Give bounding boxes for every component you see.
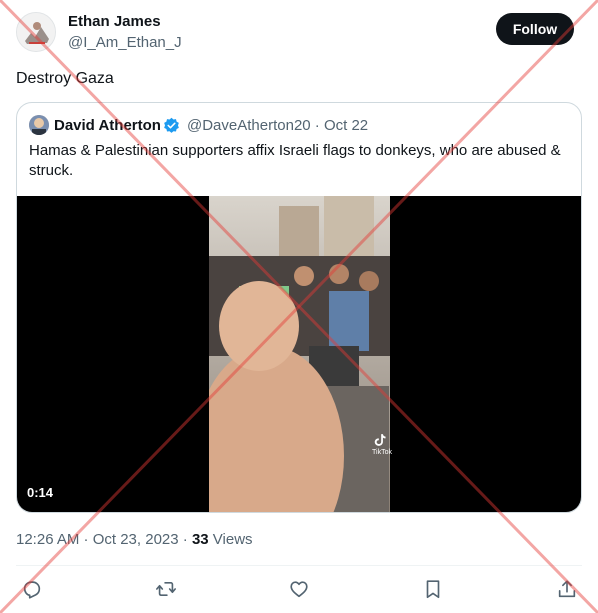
bookmark-icon[interactable] (422, 578, 444, 600)
quoted-tweet[interactable]: David Atherton @DaveAtherton20 · Oct 22 … (16, 102, 582, 513)
video-duration: 0:14 (27, 485, 54, 500)
like-icon[interactable] (288, 578, 310, 600)
author-avatar[interactable] (16, 12, 56, 52)
video-player[interactable]: TikTok 0:14 (17, 196, 581, 512)
tiktok-icon (374, 434, 386, 446)
views-count: 33 (191, 531, 209, 548)
tweet-timestamp[interactable]: 12:26 AM · Oct 23, 2023 · (16, 531, 192, 548)
author-handle[interactable]: @I_Am_Ethan_J (68, 34, 182, 51)
action-bar-divider (16, 565, 582, 566)
quoted-tweet-text: Hamas & Palestinian supporters affix Isr… (29, 142, 561, 179)
tiktok-label: TikTok (372, 449, 392, 456)
video-frame (209, 196, 390, 512)
retweet-icon[interactable] (155, 578, 177, 600)
tweet-card: Ethan James @I_Am_Ethan_J Follow Destroy… (0, 0, 598, 613)
follow-button[interactable]: Follow (496, 13, 574, 45)
tiktok-watermark: TikTok (372, 433, 392, 456)
author-display-name[interactable]: Ethan James (68, 13, 161, 30)
quoted-author-name[interactable]: David Atherton (54, 117, 161, 134)
quoted-handle-date[interactable]: @DaveAtherton20 · Oct 22 (187, 117, 368, 134)
tweet-text: Destroy Gaza (16, 70, 114, 87)
share-icon[interactable] (556, 578, 578, 600)
tweet-metadata: 12:26 AM · Oct 23, 2023 · 33 Views (16, 531, 253, 548)
reply-icon[interactable] (21, 578, 43, 600)
quoted-author-avatar[interactable] (29, 115, 49, 135)
views-label: Views (212, 531, 253, 548)
verified-badge-icon (164, 117, 179, 133)
